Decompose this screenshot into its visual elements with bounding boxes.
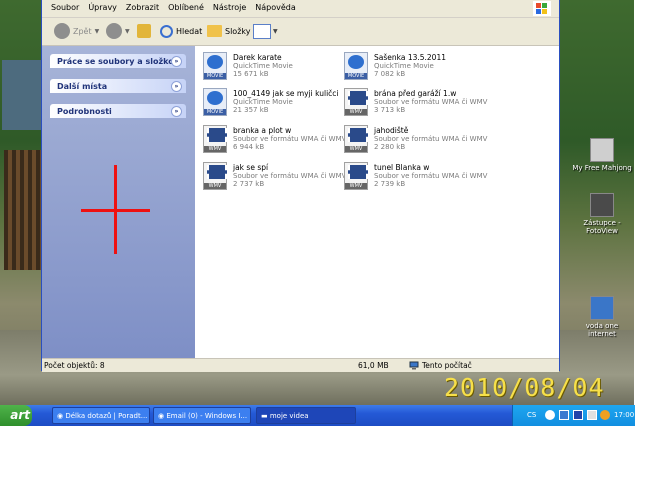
clock: 17:00 — [614, 411, 635, 419]
forward-arrow-icon — [106, 23, 122, 39]
chevron-down-icon: ▼ — [273, 27, 278, 35]
views-button[interactable]: ▼ — [253, 23, 278, 39]
tray-arrow-icon[interactable] — [545, 410, 555, 420]
menu-view[interactable]: Zobrazit — [126, 3, 159, 12]
task-pane: Práce se soubory a složkou » Další místa… — [42, 46, 195, 358]
status-location: Tento počítač — [422, 361, 472, 370]
language-indicator[interactable]: CS — [527, 411, 536, 419]
wmv-icon: WMV — [203, 125, 227, 153]
file-item[interactable]: MOVIE 100_4149 jak se myji kuličci Quick… — [203, 88, 343, 120]
chevron-down-icon[interactable]: » — [171, 106, 182, 117]
task-box-details[interactable]: Podrobnosti » — [50, 104, 186, 118]
messenger-tray-icon[interactable] — [600, 410, 610, 420]
forward-button[interactable]: ▼ — [106, 23, 130, 39]
red-cross-annotation — [114, 165, 117, 254]
taskbar: art ◉ Délka dotazů | Poradt... ◉ Email (… — [0, 405, 635, 426]
wmv-icon: WMV — [344, 125, 368, 153]
computer-icon — [409, 361, 419, 372]
mail-tray-icon[interactable] — [587, 410, 597, 420]
menu-tools[interactable]: Nástroje — [213, 3, 246, 12]
desktop-icon-internet[interactable]: voda one internet — [572, 296, 632, 338]
menu-file[interactable]: Soubor — [51, 3, 79, 12]
up-folder-icon — [137, 24, 151, 38]
file-item[interactable]: WMV branka a plot w Soubor ve formátu WM… — [203, 125, 346, 157]
quicktime-icon: MOVIE — [344, 52, 368, 80]
chevron-down-icon[interactable]: » — [171, 81, 182, 92]
file-item[interactable]: MOVIE Sašenka 13.5.2011 QuickTime Movie … — [344, 52, 484, 84]
up-folder-button[interactable] — [137, 23, 151, 39]
taskbar-button-browser[interactable]: ◉ Délka dotazů | Poradt... — [52, 407, 150, 424]
quicktime-icon: MOVIE — [203, 88, 227, 116]
taskbar-button-email[interactable]: ◉ Email (0) - Windows I... — [153, 407, 251, 424]
folders-button[interactable]: Složky — [207, 23, 250, 39]
menu-edit[interactable]: Úpravy — [88, 3, 117, 12]
start-button[interactable]: art — [0, 405, 32, 426]
search-button[interactable]: Hledat — [160, 23, 202, 39]
status-total-size: 61,0 MB — [358, 361, 389, 370]
wmv-icon: WMV — [344, 88, 368, 116]
date-stamp: 2010/08/04 — [444, 373, 605, 402]
task-box-title: Další místa — [57, 82, 108, 91]
back-arrow-icon — [54, 23, 70, 39]
wallpaper-shed — [2, 60, 42, 130]
task-box-title: Práce se soubory a složkou — [57, 57, 180, 66]
back-button[interactable]: Zpět ▼ — [54, 23, 99, 39]
status-bar: Počet objektů: 8 61,0 MB Tento počítač — [42, 358, 559, 372]
desktop-icon-mahjong[interactable]: My Free Mahjong — [572, 138, 632, 172]
taskbar-button-folder[interactable]: ▬ moje videa — [256, 407, 356, 424]
task-box-file-tasks[interactable]: Práce se soubory a složkou » — [50, 54, 186, 68]
task-box-other-places[interactable]: Další místa » — [50, 79, 186, 93]
network-icon — [590, 296, 614, 320]
menu-favorites[interactable]: Oblíbené — [168, 3, 204, 12]
desktop-icon-label: My Free Mahjong — [572, 164, 632, 172]
task-box-title: Podrobnosti — [57, 107, 112, 116]
desktop-icon-fotoview[interactable]: Zástupce - FotoView — [572, 193, 632, 235]
desktop-icon-label: voda one internet — [585, 322, 619, 338]
toolbar: Zpět ▼ ▼ Hledat Složky ▼ — [42, 18, 559, 46]
system-tray: CS 17:00 — [512, 405, 635, 426]
media-tray-icon[interactable] — [573, 410, 583, 420]
search-icon — [160, 24, 173, 38]
chevron-down-icon[interactable]: » — [171, 56, 182, 67]
wallpaper-fence — [4, 150, 42, 270]
chevron-down-icon: ▼ — [94, 27, 100, 35]
file-list: MOVIE Darek karate QuickTime Movie 15 67… — [195, 46, 557, 358]
network-tray-icon[interactable] — [559, 410, 569, 420]
chevron-down-icon: ▼ — [125, 27, 130, 35]
explorer-window: Soubor Úpravy Zobrazit Oblíbené Nástroje Nápo… — [41, 0, 560, 372]
wmv-icon: WMV — [344, 162, 368, 190]
views-icon — [253, 23, 271, 39]
file-item[interactable]: WMV jak se spí Soubor ve formátu WMA či … — [203, 162, 346, 194]
desktop-icon-label: Zástupce - FotoView — [583, 219, 621, 235]
quicktime-icon: MOVIE — [203, 52, 227, 80]
file-item[interactable]: WMV tunel Blanka w Soubor ve formátu WMA… — [344, 162, 487, 194]
wmv-icon: WMV — [203, 162, 227, 190]
folder-icon: ▬ — [261, 412, 270, 420]
menu-bar: Soubor Úpravy Zobrazit Oblíbené Nástroje Nápo… — [42, 0, 559, 18]
camera-icon — [590, 193, 614, 217]
menu-help[interactable]: Nápověda — [255, 3, 296, 12]
file-item[interactable]: WMV jahodiště Soubor ve formátu WMA či W… — [344, 125, 487, 157]
status-object-count: Počet objektů: 8 — [44, 361, 105, 370]
folder-icon — [207, 25, 222, 37]
mahjong-icon — [590, 138, 614, 162]
file-item[interactable]: WMV brána před garáží 1.w Soubor ve form… — [344, 88, 487, 120]
file-item[interactable]: MOVIE Darek karate QuickTime Movie 15 67… — [203, 52, 343, 84]
windows-logo-icon — [533, 1, 551, 16]
